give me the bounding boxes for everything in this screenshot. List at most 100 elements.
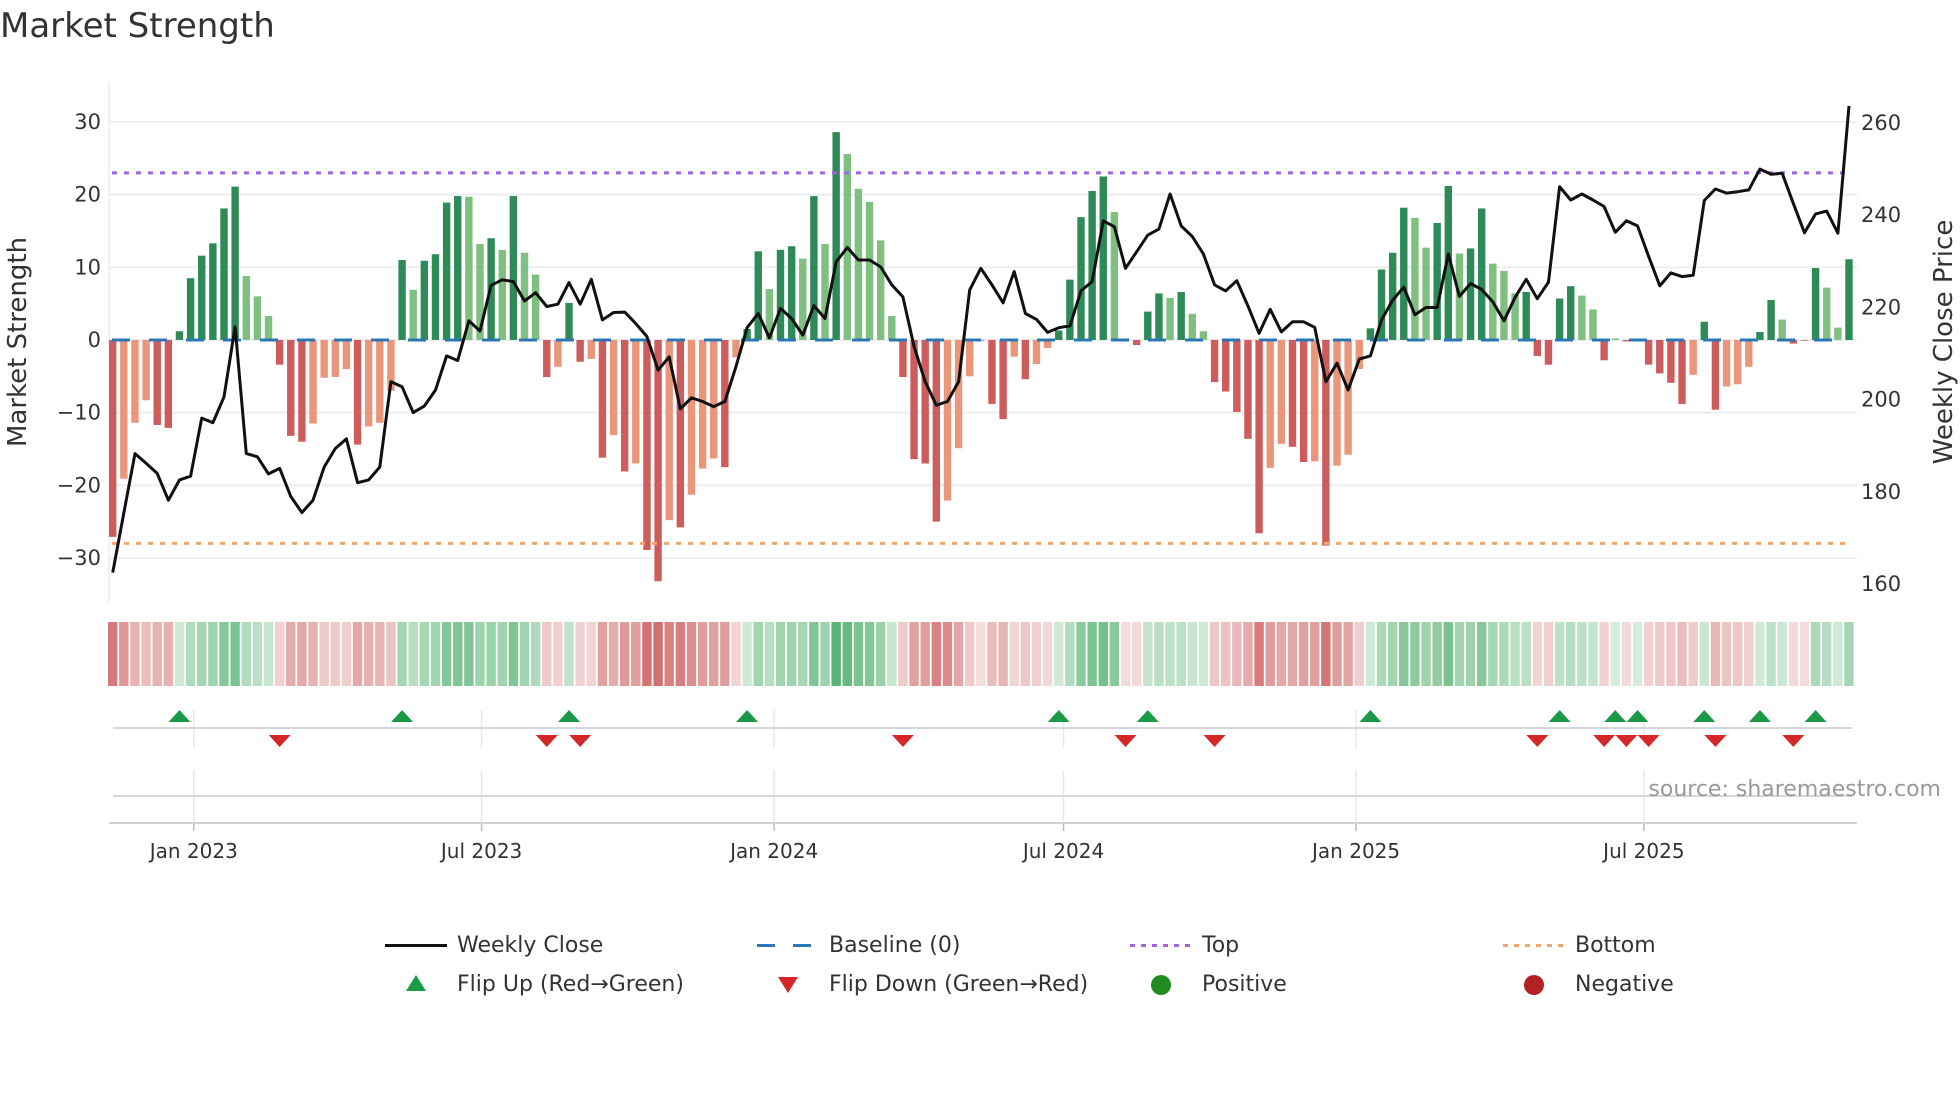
strength-bar [231, 186, 239, 340]
heat-cell [1098, 622, 1108, 686]
heat-cell [497, 622, 507, 686]
strength-bar [1188, 313, 1197, 340]
heat-cell [1009, 622, 1019, 686]
strength-bar [1311, 339, 1319, 462]
dotted-line-swatch-icon [1130, 930, 1190, 960]
heat-cell [1443, 622, 1453, 686]
heat-cell [831, 622, 841, 686]
heat-cell [1265, 622, 1275, 686]
strength-bar [109, 339, 117, 537]
legend-positive[interactable]: Positive [1130, 969, 1287, 999]
strength-bar [1099, 176, 1107, 340]
left-tick-label: 10 [74, 255, 101, 279]
right-tick-label: 220 [1861, 295, 1901, 319]
flip-down-marker [891, 735, 914, 747]
heat-cell [998, 622, 1008, 686]
strength-bar [576, 339, 584, 362]
heat-cell [1732, 622, 1743, 686]
heat-cell [1087, 622, 1097, 686]
flip-down-marker [1593, 735, 1616, 747]
heat-cell [1399, 622, 1409, 686]
legend-flip-down[interactable]: Flip Down (Green→Red) [757, 969, 1088, 999]
legend-flip-up[interactable]: Flip Up (Red→Green) [385, 969, 684, 999]
heat-cell [1276, 622, 1287, 686]
strength-bar [1567, 286, 1575, 340]
left-tick-label: −20 [57, 473, 101, 497]
legend-label: Negative [1575, 971, 1674, 997]
heat-cell [1577, 622, 1587, 686]
flip-up-marker [1626, 710, 1649, 722]
strength-bar [1132, 339, 1141, 346]
heat-cell [1844, 622, 1854, 686]
strength-bar [1589, 309, 1597, 340]
strength-bar [1845, 259, 1853, 340]
strength-bar [1366, 328, 1375, 340]
heat-cell [185, 622, 196, 686]
strength-bar [142, 339, 150, 401]
flip-up-marker [736, 710, 759, 722]
flip-up-marker [391, 710, 414, 722]
right-tick-label: 240 [1861, 203, 1901, 227]
legend-negative[interactable]: Negative [1503, 969, 1674, 999]
right-axis-title: Weekly Close Price [1929, 220, 1959, 465]
strength-bar [1778, 319, 1786, 340]
heat-cell [1310, 622, 1320, 686]
heat-cell [141, 622, 151, 686]
strength-bar [1066, 279, 1074, 340]
strength-bar [287, 339, 295, 436]
heat-cell [642, 622, 652, 686]
strength-bar [1745, 339, 1753, 367]
strength-bar [1344, 339, 1352, 455]
strength-bar [854, 188, 863, 340]
legend-baseline[interactable]: Baseline (0) [757, 930, 960, 960]
heat-cell [753, 622, 763, 686]
strength-bar [1733, 339, 1742, 385]
strength-bar [876, 240, 885, 340]
strength-bar [331, 339, 339, 378]
strength-bar [1210, 339, 1219, 383]
left-tick-label: 20 [74, 183, 101, 207]
heat-cell [152, 622, 162, 686]
heat-cell [230, 622, 240, 686]
heat-cell [1655, 622, 1665, 686]
strength-bar [966, 339, 974, 377]
strength-bar [1299, 339, 1308, 463]
strength-bar [921, 339, 929, 464]
heat-cell [1387, 622, 1398, 686]
heat-cell [820, 622, 830, 686]
heat-cell [252, 622, 263, 686]
strength-bar [120, 339, 128, 479]
right-tick-label: 260 [1861, 111, 1901, 135]
strength-bar [275, 339, 284, 365]
heat-cell [931, 622, 942, 686]
legend-bottom[interactable]: Bottom [1503, 930, 1656, 960]
strength-bar [320, 339, 328, 378]
heat-cell [453, 622, 463, 686]
strength-bar [164, 339, 173, 428]
strength-bar [1767, 299, 1775, 340]
heat-cell [1521, 622, 1531, 686]
strength-bar [676, 339, 685, 528]
heat-cell [909, 622, 919, 686]
dashed-line-swatch-icon [757, 930, 817, 960]
legend-weekly-close[interactable]: Weekly Close [385, 930, 603, 960]
legend-top[interactable]: Top [1130, 930, 1239, 960]
heat-cell [1109, 622, 1120, 686]
strength-bar [1032, 339, 1041, 364]
heat-cell [1588, 622, 1598, 686]
green-circle-icon [1130, 969, 1190, 999]
triangle-up-icon [385, 969, 445, 999]
heat-cell [1198, 622, 1209, 686]
heat-cell [1065, 622, 1075, 686]
heat-cell [1744, 622, 1754, 686]
right-tick-label: 160 [1861, 572, 1901, 596]
strength-bar [1578, 295, 1586, 340]
strength-bar [1477, 208, 1486, 340]
flip-down-marker [1637, 735, 1660, 747]
strength-bar [598, 339, 607, 458]
heat-cell [965, 622, 975, 686]
right-tick-label: 200 [1861, 388, 1901, 412]
heat-cell [1131, 622, 1142, 686]
heat-cell [1243, 622, 1253, 686]
triangle-down-icon [757, 969, 817, 999]
